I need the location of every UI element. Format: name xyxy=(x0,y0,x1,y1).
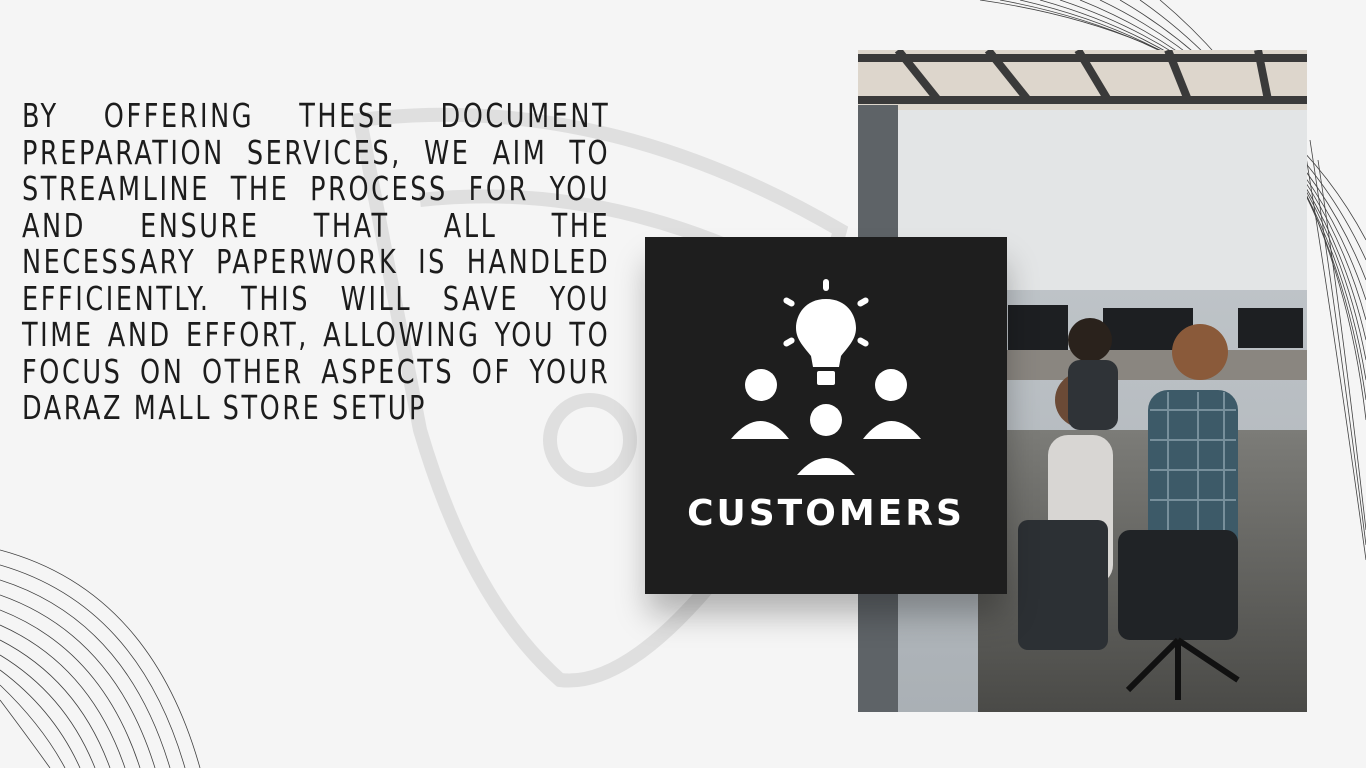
customers-idea-icon xyxy=(731,279,921,475)
slide: BY OFFERING THESE DOCUMENT PREPARATION S… xyxy=(0,0,1366,768)
customers-card: CUSTOMERS xyxy=(645,237,1007,594)
card-label: CUSTOMERS xyxy=(687,493,965,534)
description-paragraph: BY OFFERING THESE DOCUMENT PREPARATION S… xyxy=(22,96,611,427)
